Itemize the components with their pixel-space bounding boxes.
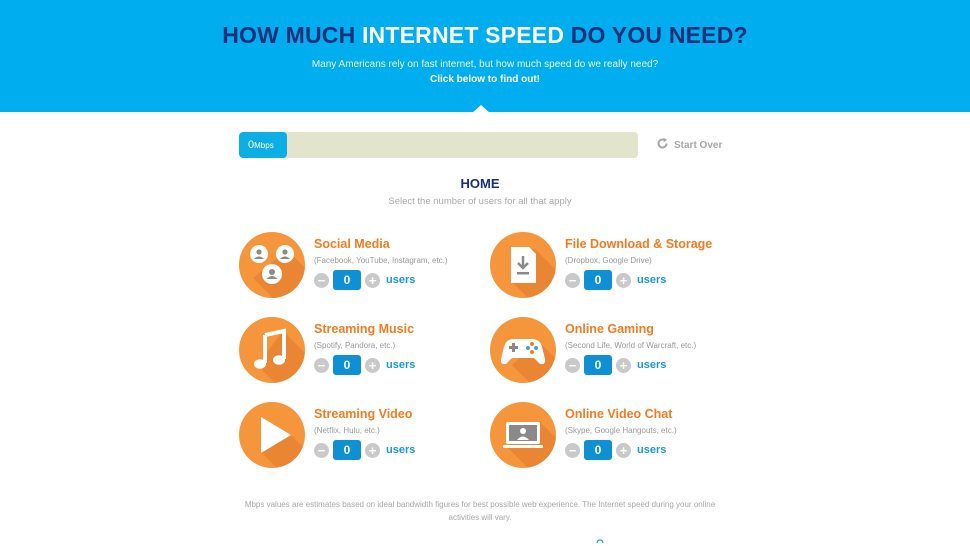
wifi-icon bbox=[596, 538, 604, 544]
gamepad-icon bbox=[490, 317, 556, 383]
plus-button[interactable]: + bbox=[365, 272, 380, 288]
plus-button[interactable]: + bbox=[365, 442, 380, 458]
card-description: (Second Life, World of Warcraft, etc.) bbox=[565, 341, 697, 350]
title-part-1: HOW MUCH bbox=[222, 22, 362, 48]
section-subtitle: Select the number of users for all that … bbox=[388, 196, 572, 207]
user-count: 0 bbox=[584, 440, 612, 460]
social-users-icon bbox=[239, 232, 305, 298]
minus-button[interactable]: − bbox=[314, 357, 329, 373]
music-note-icon bbox=[239, 317, 305, 383]
minus-button[interactable]: − bbox=[314, 272, 329, 288]
users-label: users bbox=[637, 444, 667, 456]
play-icon bbox=[239, 402, 305, 468]
users-label: users bbox=[637, 274, 667, 286]
plus-button[interactable]: + bbox=[365, 357, 380, 373]
user-counter: − 0 + users bbox=[314, 440, 415, 460]
minus-button[interactable]: − bbox=[314, 442, 329, 458]
start-over-label: Start Over bbox=[674, 139, 723, 151]
start-over-button[interactable]: Start Over bbox=[656, 137, 722, 153]
card-description: (Netflix, Hulu, etc.) bbox=[314, 426, 380, 435]
users-label: users bbox=[637, 359, 667, 371]
speed-unit: Mbps bbox=[254, 141, 274, 150]
download-file-icon bbox=[490, 232, 556, 298]
minus-button[interactable]: − bbox=[565, 442, 580, 458]
card-streaming-music: Streaming Music (Spotify, Pandora, etc.)… bbox=[239, 317, 479, 387]
card-description: (Skype, Google Hangouts, etc.) bbox=[565, 426, 677, 435]
user-counter: − 0 + users bbox=[314, 270, 415, 290]
card-streaming-video: Streaming Video (Netflix, Hulu, etc.) − … bbox=[239, 402, 479, 472]
title-highlight: INTERNET SPEED bbox=[361, 22, 565, 48]
header-subtitle: Many Americans rely on fast internet, bu… bbox=[311, 59, 659, 70]
user-counter: − 0 + users bbox=[565, 440, 666, 460]
section-title: HOME bbox=[460, 176, 500, 191]
users-label: users bbox=[386, 359, 416, 371]
footnote: Mbps values are estimates based on ideal… bbox=[244, 500, 716, 522]
user-count: 0 bbox=[333, 355, 361, 375]
card-social-media: Social Media (Facebook, YouTube, Instagr… bbox=[239, 232, 479, 302]
header-cta: Click below to find out! bbox=[430, 74, 540, 85]
header-banner: HOW MUCH INTERNET SPEED DO YOU NEED? Man… bbox=[0, 0, 970, 113]
card-title: File Download & Storage bbox=[565, 237, 713, 251]
card-title: Streaming Video bbox=[314, 407, 413, 421]
users-label: users bbox=[386, 444, 416, 456]
speed-meter: 0Mbps bbox=[239, 132, 638, 158]
plus-button[interactable]: + bbox=[616, 442, 631, 458]
user-counter: − 0 + users bbox=[565, 270, 666, 290]
user-count: 0 bbox=[333, 270, 361, 290]
card-online-gaming: Online Gaming (Second Life, World of War… bbox=[490, 317, 730, 387]
refresh-icon bbox=[656, 137, 669, 153]
title-part-2: DO YOU NEED? bbox=[564, 22, 748, 48]
card-title: Online Gaming bbox=[565, 322, 654, 336]
users-label: users bbox=[386, 274, 416, 286]
card-file-download: File Download & Storage (Dropbox, Google… bbox=[490, 232, 730, 302]
plus-button[interactable]: + bbox=[616, 272, 631, 288]
user-count: 0 bbox=[584, 355, 612, 375]
card-title: Online Video Chat bbox=[565, 407, 673, 421]
user-counter: − 0 + users bbox=[565, 355, 666, 375]
card-description: (Spotify, Pandora, etc.) bbox=[314, 341, 396, 350]
user-count: 0 bbox=[584, 270, 612, 290]
card-description: (Facebook, YouTube, Instagram, etc.) bbox=[314, 256, 448, 265]
card-title: Social Media bbox=[314, 237, 390, 251]
card-online-video-chat: Online Video Chat (Skype, Google Hangout… bbox=[490, 402, 730, 472]
video-chat-icon bbox=[490, 402, 556, 468]
user-counter: − 0 + users bbox=[314, 355, 415, 375]
header-notch bbox=[472, 105, 490, 113]
page-title: HOW MUCH INTERNET SPEED DO YOU NEED? bbox=[0, 22, 970, 49]
user-count: 0 bbox=[333, 440, 361, 460]
card-description: (Dropbox, Google Drive) bbox=[565, 256, 652, 265]
speed-meter-fill: 0Mbps bbox=[239, 132, 287, 158]
minus-button[interactable]: − bbox=[565, 357, 580, 373]
card-title: Streaming Music bbox=[314, 322, 415, 336]
plus-button[interactable]: + bbox=[616, 357, 631, 373]
minus-button[interactable]: − bbox=[565, 272, 580, 288]
